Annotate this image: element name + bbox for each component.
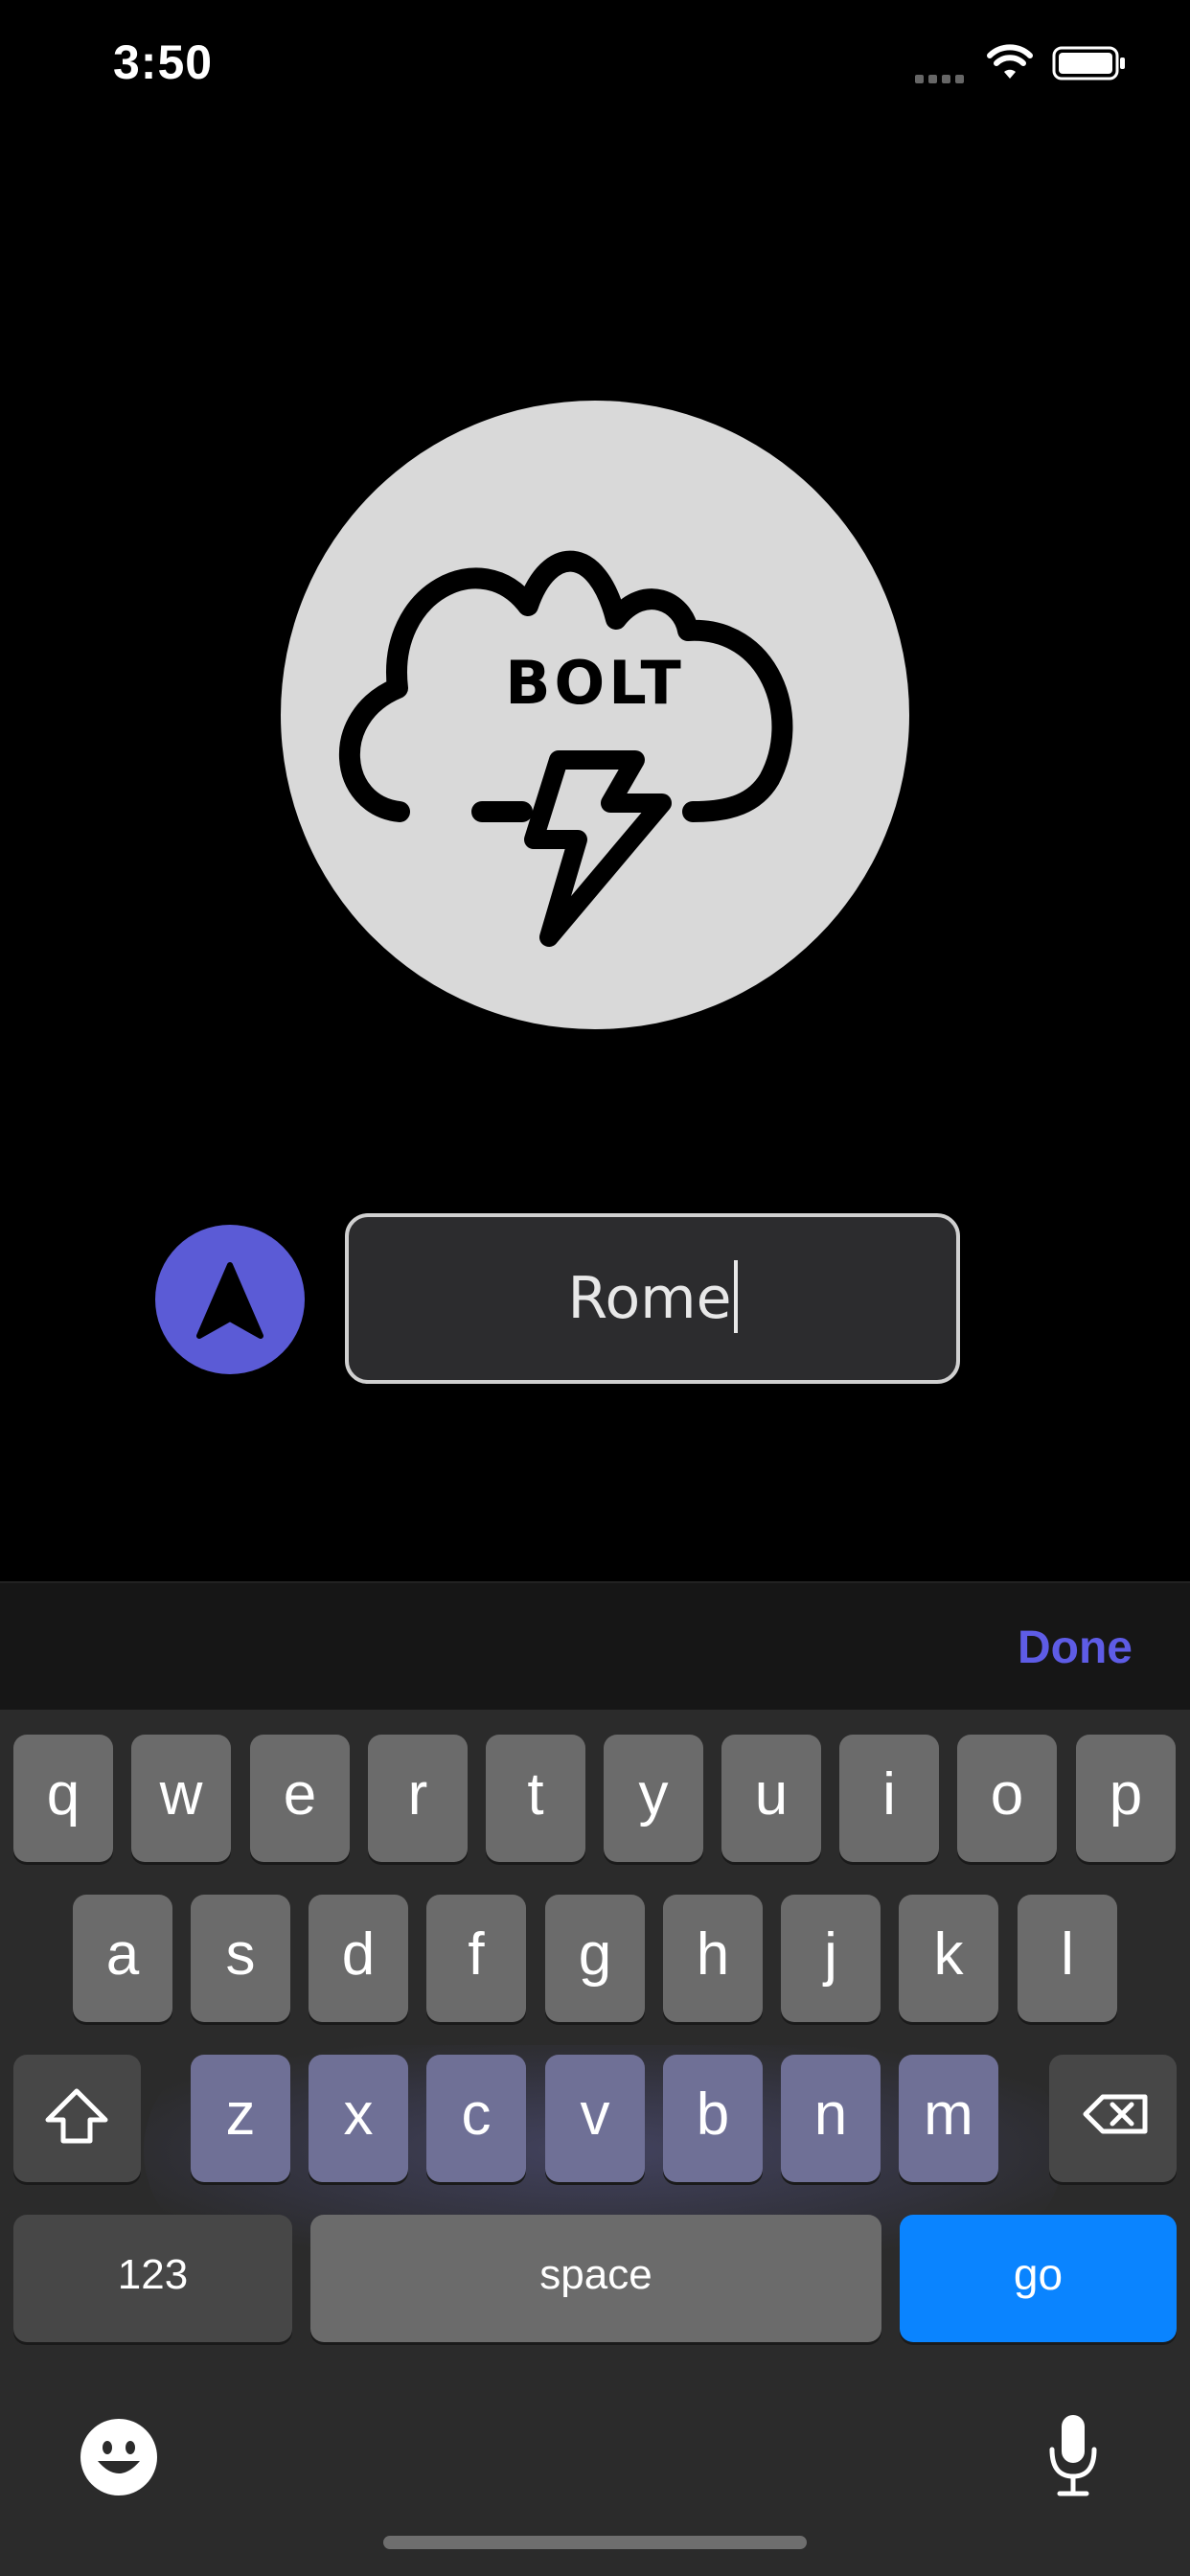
key-h[interactable]: h <box>663 1895 763 2022</box>
key-r[interactable]: r <box>368 1735 468 1862</box>
microphone-icon[interactable] <box>1044 2411 1102 2499</box>
logo-text: BOLT <box>505 648 685 718</box>
wifi-icon <box>987 44 1033 79</box>
key-u[interactable]: u <box>721 1735 821 1862</box>
key-b[interactable]: b <box>663 2055 763 2182</box>
key-z[interactable]: z <box>191 2055 290 2182</box>
key-y[interactable]: y <box>604 1735 703 1862</box>
key-a[interactable]: a <box>73 1895 172 2022</box>
cellular-signal-icon <box>915 71 971 83</box>
key-n[interactable]: n <box>781 2055 881 2182</box>
space-key[interactable]: space <box>310 2215 881 2342</box>
screen: 3:50 BOLT Rome Done q w e r t y u i o p … <box>0 0 1190 2576</box>
status-bar: 3:50 <box>0 0 1190 134</box>
shift-key[interactable] <box>13 2055 141 2182</box>
key-g[interactable]: g <box>545 1895 645 2022</box>
key-m[interactable]: m <box>899 2055 998 2182</box>
key-x[interactable]: x <box>309 2055 408 2182</box>
key-c[interactable]: c <box>426 2055 526 2182</box>
keyboard: q w e r t y u i o p a s d f g h j k l z … <box>0 1710 1190 2576</box>
key-v[interactable]: v <box>545 2055 645 2182</box>
key-l[interactable]: l <box>1018 1895 1117 2022</box>
key-i[interactable]: i <box>839 1735 939 1862</box>
go-key[interactable]: go <box>900 2215 1177 2342</box>
delete-backspace-icon <box>1083 2094 1148 2134</box>
text-cursor <box>733 1260 738 1334</box>
key-o[interactable]: o <box>957 1735 1057 1862</box>
key-t[interactable]: t <box>486 1735 585 1862</box>
app-logo: BOLT <box>281 401 909 1029</box>
emoji-icon[interactable] <box>79 2417 159 2497</box>
shift-arrow-icon <box>45 2088 108 2144</box>
navigation-arrow-icon <box>196 1262 263 1339</box>
key-p[interactable]: p <box>1076 1735 1176 1862</box>
current-location-button[interactable] <box>155 1225 305 1374</box>
key-q[interactable]: q <box>13 1735 113 1862</box>
city-input-field[interactable]: Rome <box>345 1213 960 1384</box>
city-input[interactable]: Rome <box>349 1217 956 1380</box>
home-indicator[interactable] <box>383 2536 807 2549</box>
done-button[interactable]: Done <box>1018 1622 1133 1674</box>
numbers-key[interactable]: 123 <box>13 2215 292 2342</box>
key-k[interactable]: k <box>899 1895 998 2022</box>
city-input-value: Rome <box>567 1265 732 1332</box>
delete-key[interactable] <box>1049 2055 1177 2182</box>
battery-icon <box>1052 46 1125 80</box>
key-d[interactable]: d <box>309 1895 408 2022</box>
status-time: 3:50 <box>113 35 214 89</box>
key-s[interactable]: s <box>191 1895 290 2022</box>
key-e[interactable]: e <box>250 1735 350 1862</box>
key-f[interactable]: f <box>426 1895 526 2022</box>
keyboard-accessory-bar: Done <box>0 1581 1190 1712</box>
key-j[interactable]: j <box>781 1895 881 2022</box>
key-w[interactable]: w <box>131 1735 231 1862</box>
